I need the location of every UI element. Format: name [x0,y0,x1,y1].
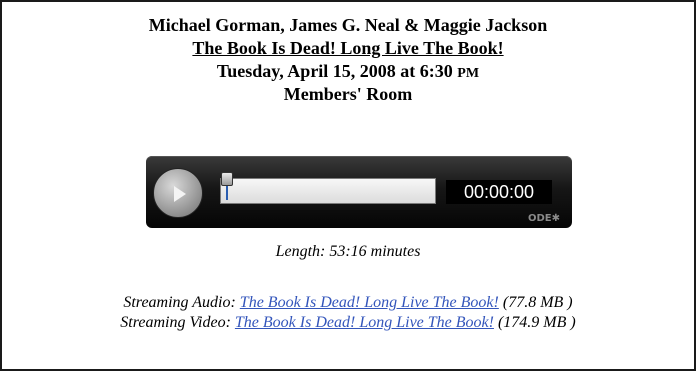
event-location: Members' Room [283,84,413,104]
play-icon [174,186,186,202]
streaming-audio-size: (77.8 MB ) [498,294,573,311]
event-date-text: Tuesday, April 15, 2008 at 6:30 [216,61,458,81]
event-date: Tuesday, April 15, 2008 at 6:30 PM [0,60,696,85]
event-title: The Book Is Dead! Long Live The Book! [192,38,504,58]
streaming-video-link[interactable]: The Book Is Dead! Long Live The Book! [235,314,494,331]
streaming-video-label: Streaming Video: [120,314,235,331]
streaming-video-size: (174.9 MB ) [493,314,576,331]
time-display: 00:00:00 [446,180,552,204]
play-button[interactable] [153,168,203,218]
streaming-audio-line: Streaming Audio: The Book Is Dead! Long … [0,293,696,313]
seek-thumb[interactable] [221,172,233,186]
length-text: Length: 53:16 minutes [275,243,421,260]
streaming-audio-label: Streaming Audio: [123,294,240,311]
event-title-line: The Book Is Dead! Long Live The Book! [0,37,696,59]
streaming-audio-link[interactable]: The Book Is Dead! Long Live The Book! [240,294,499,311]
player-logo: ODE✱ [527,213,560,224]
streaming-video-line: Streaming Video: The Book Is Dead! Long … [0,313,696,333]
seek-bar[interactable] [220,178,436,204]
speakers-heading: Michael Gorman, James G. Neal & Maggie J… [148,15,548,35]
audio-player: 00:00:00 ODE✱ [146,156,572,228]
event-time-suffix: PM [457,66,480,81]
